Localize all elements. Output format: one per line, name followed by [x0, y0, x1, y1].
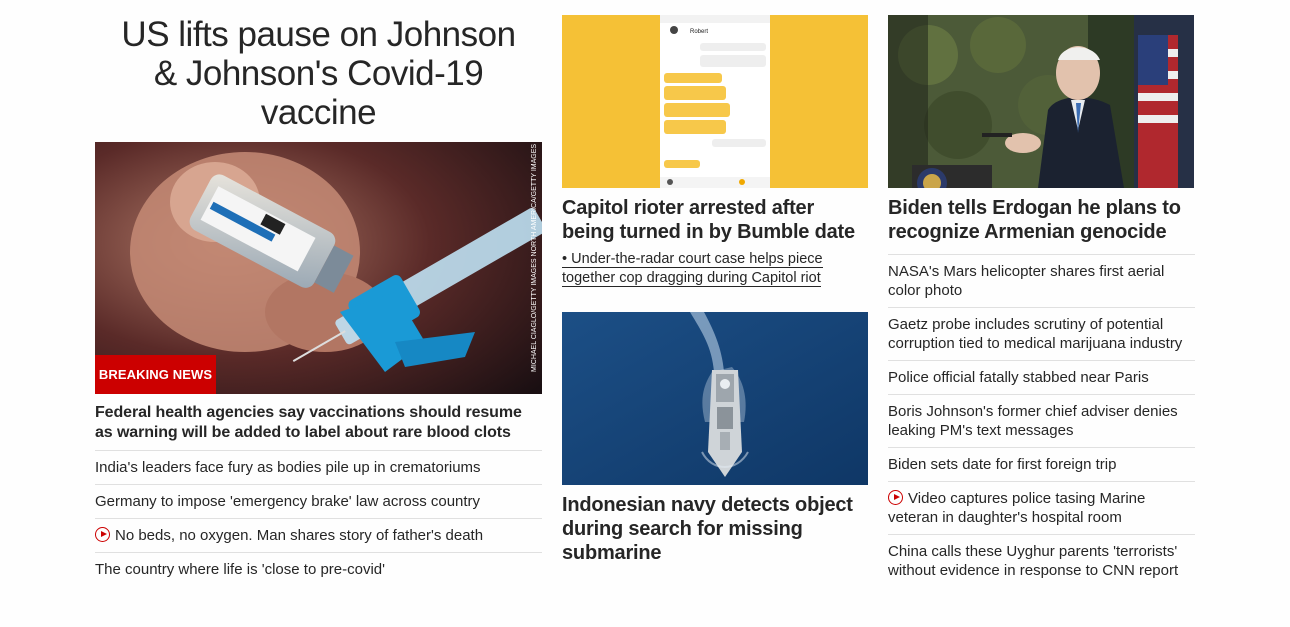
list-item-text[interactable]: No beds, no oxygen. Man shares story of … — [115, 527, 483, 544]
list-item[interactable]: No beds, no oxygen. Man shares story of … — [95, 519, 542, 553]
list-item[interactable]: NASA's Mars helicopter shares first aeri… — [888, 254, 1195, 307]
play-video-icon — [95, 527, 110, 542]
list-item-text[interactable]: China calls these Uyghur parents 'terror… — [888, 543, 1178, 579]
lead-story-link[interactable]: Federal health agencies say vaccinations… — [95, 394, 542, 451]
list-item-text[interactable]: The country where life is 'close to pre-… — [95, 561, 385, 578]
headline-line[interactable]: & Johnson's Covid-19 — [95, 54, 542, 93]
biden-erdogan-headline[interactable]: Biden tells Erdogan he plans to recogniz… — [888, 188, 1195, 244]
headline-line[interactable]: US lifts pause on Johnson — [95, 15, 542, 54]
navy-ship-photo — [562, 312, 868, 485]
bumble-phone-image[interactable]: Robert — [562, 15, 868, 188]
related-list: India's leaders face fury as bodies pile… — [95, 451, 542, 586]
middle-column: Robert Capitol rioter arrested after bei… — [562, 0, 868, 565]
list-item[interactable]: China calls these Uyghur parents 'terror… — [888, 534, 1195, 587]
right-column: Biden tells Erdogan he plans to recogniz… — [888, 0, 1195, 587]
list-item-text[interactable]: Boris Johnson's former chief adviser den… — [888, 403, 1178, 439]
related-link[interactable]: • Under-the-radar court case helps piece… — [562, 244, 868, 288]
navy-ship-image[interactable] — [562, 312, 868, 485]
biden-image[interactable] — [888, 15, 1194, 188]
list-item-text[interactable]: Germany to impose 'emergency brake' law … — [95, 493, 480, 510]
capitol-rioter-headline[interactable]: Capitol rioter arrested after being turn… — [562, 188, 868, 244]
list-item-text[interactable]: Gaetz probe includes scrutiny of potenti… — [888, 316, 1182, 352]
list-item-text[interactable]: Police official fatally stabbed near Par… — [888, 369, 1149, 386]
list-item[interactable]: The country where life is 'close to pre-… — [95, 553, 542, 586]
list-item-text[interactable]: Video captures police tasing Marine vete… — [888, 490, 1145, 526]
related-link-text[interactable]: • Under-the-radar court case helps piece… — [562, 251, 823, 287]
list-item[interactable]: India's leaders face fury as bodies pile… — [95, 451, 542, 485]
list-item-text[interactable]: NASA's Mars helicopter shares first aeri… — [888, 263, 1164, 299]
play-video-icon — [888, 490, 903, 505]
navy-submarine-headline[interactable]: Indonesian navy detects object during se… — [562, 485, 868, 565]
photo-credit: MICHAEL CIAGLO/GETTY IMAGES NORTH AMERIC… — [531, 143, 538, 372]
main-headline[interactable]: US lifts pause on Johnson & Johnson's Co… — [95, 0, 542, 142]
phone-screenshot-photo: Robert — [562, 15, 868, 188]
list-item[interactable]: Germany to impose 'emergency brake' law … — [95, 485, 542, 519]
list-item[interactable]: Video captures police tasing Marine vete… — [888, 481, 1195, 534]
breaking-news-badge: BREAKING NEWS — [95, 355, 216, 394]
phone-contact-name: Robert — [690, 29, 708, 35]
vaccine-hero-image[interactable]: MICHAEL CIAGLO/GETTY IMAGES NORTH AMERIC… — [95, 142, 542, 394]
list-item[interactable]: Police official fatally stabbed near Par… — [888, 360, 1195, 394]
list-item[interactable]: Biden sets date for first foreign trip — [888, 447, 1195, 481]
list-item-text[interactable]: Biden sets date for first foreign trip — [888, 456, 1116, 473]
biden-podium-photo — [888, 15, 1194, 188]
top-story-column: US lifts pause on Johnson & Johnson's Co… — [95, 0, 542, 586]
list-item[interactable]: Gaetz probe includes scrutiny of potenti… — [888, 307, 1195, 360]
list-item-text[interactable]: India's leaders face fury as bodies pile… — [95, 459, 481, 476]
right-related-list: NASA's Mars helicopter shares first aeri… — [888, 254, 1195, 587]
headline-line[interactable]: vaccine — [95, 93, 542, 132]
list-item[interactable]: Boris Johnson's former chief adviser den… — [888, 394, 1195, 447]
